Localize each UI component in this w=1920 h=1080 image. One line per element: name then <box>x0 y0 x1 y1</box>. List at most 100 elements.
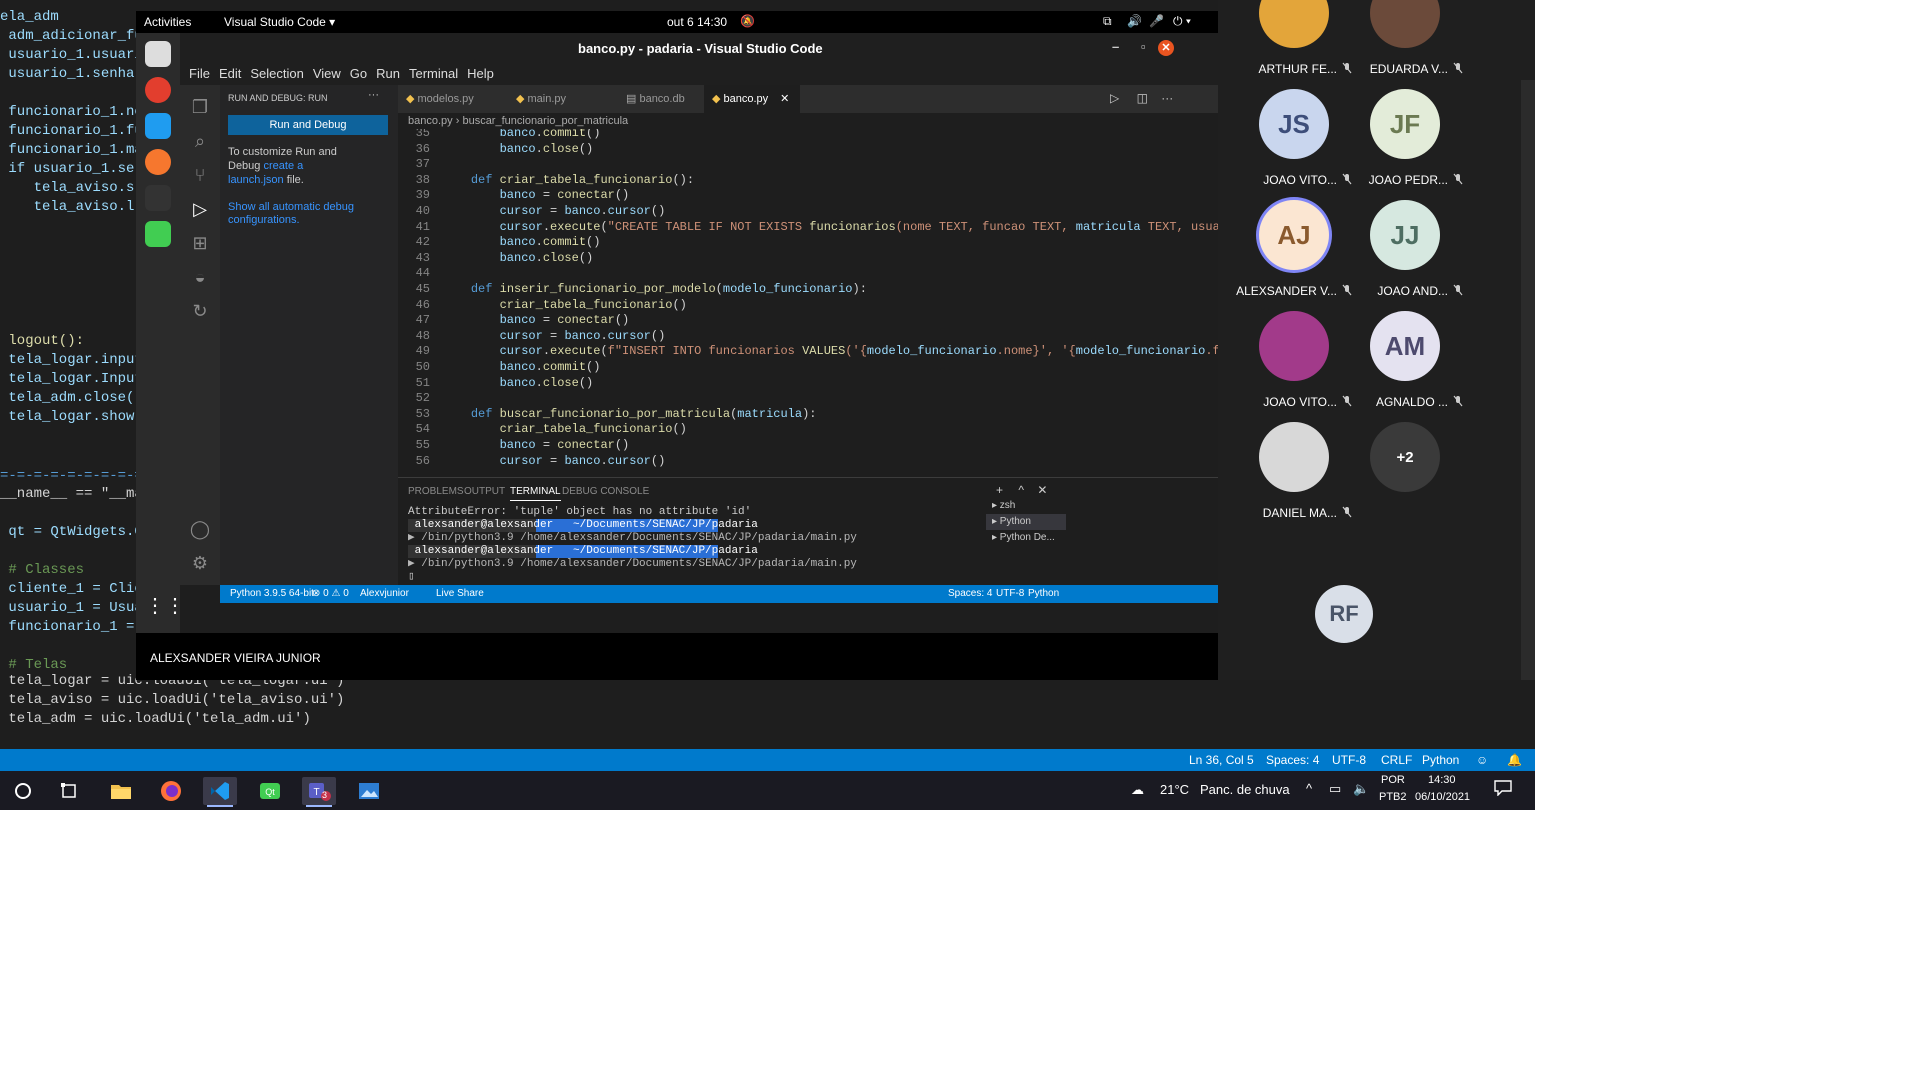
python-interpreter[interactable]: Python 3.9.5 64-bit <box>230 588 314 599</box>
participant-tile[interactable]: AM AGNALDO ... <box>1343 311 1463 421</box>
menu-go[interactable]: Go <box>350 66 367 81</box>
live-share-status[interactable]: Live Share <box>436 588 484 599</box>
teams-icon[interactable]: T 3 <box>302 777 336 807</box>
live-share-icon[interactable]: ↻ <box>188 299 212 323</box>
extensions-icon[interactable]: ⊞ <box>188 231 212 255</box>
participant-tile[interactable]: +2 <box>1343 422 1463 532</box>
status-eol[interactable]: CRLF <box>1381 753 1412 767</box>
volume-icon[interactable]: 🔊 <box>1127 14 1142 28</box>
clock-time[interactable]: 14:30 <box>1428 774 1456 786</box>
status-encoding[interactable]: UTF-8 <box>1332 753 1366 767</box>
close-tab-icon[interactable]: ✕ <box>780 93 789 105</box>
source-control-icon[interactable]: ⑂ <box>188 163 212 187</box>
new-terminal-icon[interactable]: + <box>996 483 1003 497</box>
participant-tile[interactable]: AJ ALEXSANDER V... <box>1232 200 1352 310</box>
power-menu-icon[interactable]: ⏻ ▾ <box>1173 14 1191 29</box>
close-panel-icon[interactable]: ✕ <box>1037 483 1047 497</box>
menu-run[interactable]: Run <box>376 66 400 81</box>
editor-tab-main-py[interactable]: ◆ main.py <box>508 85 614 113</box>
weather-desc[interactable]: Panc. de chuva <box>1200 782 1290 797</box>
close-icon[interactable]: ✕ <box>1158 40 1174 56</box>
run-debug-icon[interactable]: ▷ <box>188 197 212 221</box>
menu-selection[interactable]: Selection <box>250 66 303 81</box>
language-top[interactable]: POR <box>1381 774 1405 786</box>
app-menu[interactable]: Visual Studio Code ▾ <box>224 15 335 29</box>
files-icon[interactable] <box>145 41 171 67</box>
problems-count[interactable]: ⊗ 0 ⚠ 0 <box>312 588 349 599</box>
tab-problems[interactable]: PROBLEMS <box>408 486 464 497</box>
task-view-icon[interactable] <box>53 777 87 805</box>
participant-tile[interactable]: DANIEL MA... <box>1232 422 1352 532</box>
outer-scrollbar[interactable] <box>1521 80 1535 680</box>
weather-temp[interactable]: 21°C <box>1160 782 1189 797</box>
breadcrumb-file[interactable]: banco.py <box>408 115 453 127</box>
editor-tab-modelos-py[interactable]: ◆ modelos.py <box>398 85 504 113</box>
participant-tile[interactable]: JOAO VITO... <box>1232 311 1352 421</box>
status-spaces[interactable]: Spaces: 4 <box>1266 753 1319 767</box>
self-view-avatar[interactable]: RF <box>1315 585 1373 643</box>
vscode-dock-icon[interactable] <box>145 113 171 139</box>
qt-dock-icon[interactable] <box>145 221 171 247</box>
participant-tile[interactable]: JJ JOAO AND... <box>1343 200 1463 310</box>
encoding-status[interactable]: UTF-8 <box>996 588 1024 599</box>
breadcrumb-symbol[interactable]: buscar_funcionario_por_matricula <box>462 115 628 127</box>
docker-icon[interactable]: ◒ <box>188 265 212 289</box>
network-icon[interactable]: ⧉ <box>1103 14 1112 29</box>
volume-muted-icon[interactable]: 🔈 <box>1353 781 1369 797</box>
status-language[interactable]: Python <box>1422 753 1459 767</box>
terminal-instance[interactable]: ▸ Python De... <box>986 530 1066 546</box>
feedback-icon[interactable]: ☺ <box>1476 753 1488 767</box>
photos-app-icon[interactable] <box>352 777 386 805</box>
git-branch[interactable]: Alexvjunior <box>360 588 409 599</box>
editor-tab-banco-db[interactable]: ▤ banco.db <box>618 85 700 113</box>
split-editor-icon[interactable]: ◫ <box>1137 91 1148 105</box>
participant-tile[interactable]: JF JOAO PEDR... <box>1343 89 1463 199</box>
explorer-icon[interactable]: ❐ <box>188 95 212 119</box>
weather-icon[interactable]: ☁ <box>1131 782 1144 798</box>
terminal-icon[interactable] <box>145 185 171 211</box>
run-file-icon[interactable]: ▷ <box>1110 91 1119 105</box>
accounts-icon[interactable]: ◯ <box>188 517 212 541</box>
terminal-output[interactable]: AttributeError: 'tuple' object has no at… <box>408 506 978 584</box>
indent-status[interactable]: Spaces: 4 <box>948 588 992 599</box>
menu-file[interactable]: File <box>189 66 210 81</box>
participant-tile[interactable]: JS JOAO VITO... <box>1232 89 1352 199</box>
activities-button[interactable]: Activities <box>144 15 191 29</box>
menu-edit[interactable]: Edit <box>219 66 241 81</box>
tab-terminal[interactable]: TERMINAL <box>510 486 561 501</box>
chrome-icon[interactable] <box>145 77 171 103</box>
code-editor[interactable]: 35 banco.commit() 36 banco.close() 37 38 de… <box>398 129 1218 475</box>
tab-output[interactable]: OUTPUT <box>464 486 505 497</box>
editor-tab-banco-py[interactable]: ◆ banco.py ✕ <box>704 85 800 113</box>
minimize-icon[interactable]: – <box>1112 39 1119 54</box>
firefox-icon[interactable] <box>154 777 188 805</box>
vscode-icon[interactable] <box>203 777 237 807</box>
postman-icon[interactable] <box>145 149 171 175</box>
terminal-instance[interactable]: ▸ zsh <box>986 498 1066 514</box>
file-explorer-icon[interactable] <box>104 777 138 805</box>
notification-center-icon[interactable] <box>1494 780 1512 799</box>
menu-view[interactable]: View <box>313 66 341 81</box>
tray-chevron-icon[interactable]: ^ <box>1306 781 1312 796</box>
status-position[interactable]: Ln 36, Col 5 <box>1189 753 1254 767</box>
run-and-debug-button[interactable]: Run and Debug <box>228 115 388 135</box>
clock-date[interactable]: 06/10/2021 <box>1415 791 1470 803</box>
settings-gear-icon[interactable]: ⚙ <box>188 551 212 575</box>
language-status[interactable]: Python <box>1028 588 1059 599</box>
language-bottom[interactable]: PTB2 <box>1379 791 1407 803</box>
mic-icon[interactable]: 🎤 <box>1149 14 1164 28</box>
show-apps-icon[interactable]: ⋮⋮ <box>145 593 185 619</box>
maximize-panel-icon[interactable]: ^ <box>1018 483 1024 497</box>
maximize-icon[interactable]: ▫ <box>1141 39 1146 54</box>
editor-more-icon[interactable]: ··· <box>1161 91 1173 105</box>
search-icon[interactable]: ⌕ <box>188 129 212 153</box>
tab-debug-console[interactable]: DEBUG CONSOLE <box>562 486 649 497</box>
participant-tile[interactable]: EDUARDA V... <box>1343 0 1463 88</box>
notification-bell-icon[interactable]: 🔔 <box>1507 753 1522 767</box>
participant-tile[interactable]: ARTHUR FE... <box>1232 0 1352 88</box>
more-actions-icon[interactable]: ··· <box>368 89 379 101</box>
terminal-instance[interactable]: ▸ Python <box>986 514 1066 530</box>
menu-terminal[interactable]: Terminal <box>409 66 458 81</box>
network-icon[interactable]: ▭ <box>1329 781 1341 797</box>
cortana-circle-icon[interactable] <box>6 777 40 805</box>
